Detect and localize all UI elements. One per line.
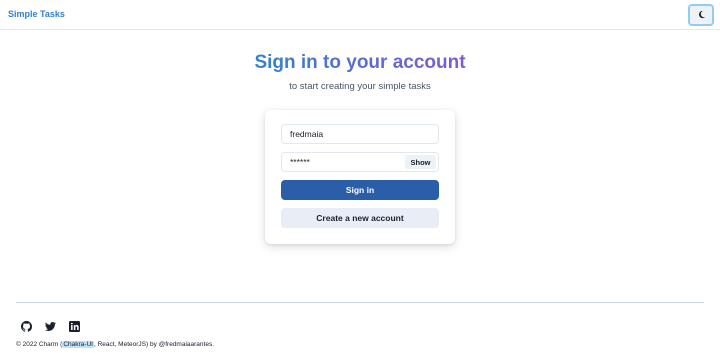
twitter-icon[interactable] (45, 321, 56, 332)
sign-in-button[interactable]: Sign in (281, 180, 439, 200)
theme-toggle-button[interactable] (688, 4, 714, 26)
linkedin-icon[interactable] (69, 321, 80, 332)
password-input[interactable] (290, 153, 400, 171)
username-field (281, 124, 439, 144)
page-title-text: Sign in to your account (254, 52, 466, 73)
copyright-text: © 2022 Charm (Chakra-UI, React, MeteorJS… (16, 341, 214, 348)
page-subtitle: to start creating your simple tasks (289, 81, 431, 92)
footer-divider (16, 302, 704, 303)
show-password-button[interactable]: Show (405, 155, 436, 169)
password-field: Show (281, 152, 439, 172)
username-input[interactable] (290, 125, 400, 143)
moon-icon (697, 6, 706, 24)
chakra-ui-highlight: Chakra-UI (62, 341, 94, 348)
page-title: Sign in to your account (0, 52, 720, 74)
brand-link[interactable]: Simple Tasks (8, 9, 65, 19)
signin-card: Show Sign in Create a new account (265, 110, 455, 244)
top-navbar: Simple Tasks (0, 0, 720, 30)
create-account-button[interactable]: Create a new account (281, 208, 439, 228)
github-icon[interactable] (21, 321, 32, 332)
copyright-suffix: , React, MeteorJS) by @fredmaiaarantes. (93, 341, 215, 348)
copyright-prefix: © 2022 Charm ( (16, 341, 63, 348)
